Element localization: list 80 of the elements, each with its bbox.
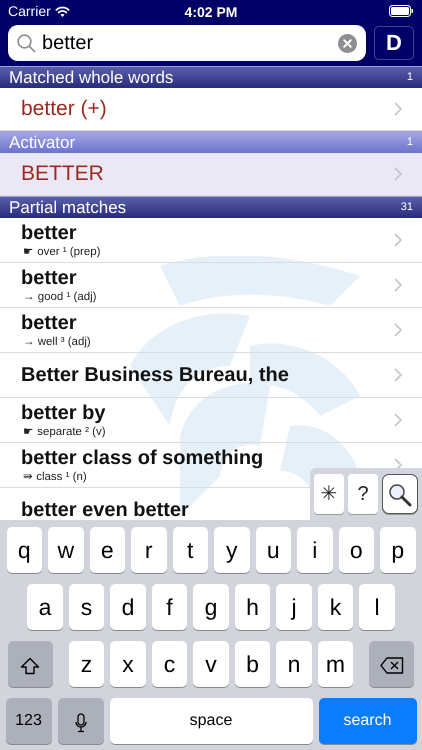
chevron-icon bbox=[394, 413, 402, 427]
keyboard-key[interactable]: g bbox=[193, 584, 229, 630]
carrier-name: Carrier bbox=[8, 2, 51, 20]
keyboard-key[interactable]: h bbox=[234, 584, 270, 630]
section-count: 1 bbox=[406, 70, 413, 86]
keyboard-key[interactable]: e bbox=[90, 527, 125, 573]
space-key[interactable]: space bbox=[110, 698, 312, 744]
search-mode-button[interactable] bbox=[382, 474, 418, 514]
battery-icon bbox=[389, 5, 414, 17]
status-time: 4:02 PM bbox=[184, 4, 238, 20]
entry-reference: ☛ over ¹ (prep) bbox=[22, 244, 100, 258]
keyboard-key[interactable]: l bbox=[359, 584, 395, 630]
keyboard-key[interactable]: p bbox=[380, 527, 416, 573]
keyboard-key[interactable]: n bbox=[276, 641, 312, 687]
keyboard-key[interactable]: z bbox=[68, 641, 104, 687]
chevron-icon bbox=[394, 233, 402, 247]
entry-reference: ☛ separate ² (v) bbox=[22, 424, 106, 438]
entry-word: better bbox=[21, 312, 78, 334]
entry-reference: ⇛ class ¹ (n) bbox=[22, 470, 88, 484]
keyboard-key[interactable]: m bbox=[318, 641, 354, 687]
entry-reference: → well ³ (adj) bbox=[22, 334, 91, 348]
chevron-icon bbox=[394, 102, 402, 116]
clear-icon[interactable] bbox=[338, 34, 357, 53]
keyboard-key[interactable]: y bbox=[214, 527, 250, 573]
entry-word: better (+) bbox=[21, 96, 107, 122]
keyboard-key[interactable]: q bbox=[6, 527, 42, 573]
search-mode-button[interactable]: ? bbox=[348, 474, 378, 514]
delete-key[interactable] bbox=[369, 641, 414, 687]
wifi-icon bbox=[54, 6, 70, 16]
search-icon bbox=[17, 34, 36, 53]
entry-reference: → good ¹ (adj) bbox=[22, 290, 97, 304]
keyboard-key[interactable]: a bbox=[27, 584, 63, 630]
entry-word: better bbox=[21, 222, 78, 244]
keyboard-key[interactable]: x bbox=[110, 641, 146, 687]
result-row[interactable]: better ☛ over ¹ (prep) bbox=[0, 218, 422, 263]
magnifier-icon bbox=[388, 482, 412, 507]
search-key[interactable]: search bbox=[318, 698, 416, 744]
keyboard-key[interactable]: i bbox=[297, 527, 332, 573]
search-mode-button[interactable]: ✳ bbox=[314, 474, 344, 514]
result-row[interactable]: better → good ¹ (adj) bbox=[0, 263, 422, 308]
keyboard-key[interactable]: c bbox=[152, 641, 188, 687]
shift-key[interactable] bbox=[8, 641, 53, 687]
keyboard-key[interactable]: s bbox=[68, 584, 104, 630]
keyboard-key[interactable]: j bbox=[276, 584, 312, 630]
entry-word: better even better bbox=[21, 498, 189, 520]
chevron-icon bbox=[394, 323, 402, 337]
chevron-icon bbox=[394, 167, 402, 181]
microphone-icon bbox=[74, 712, 86, 733]
result-row[interactable]: Better Business Bureau, the bbox=[0, 353, 422, 398]
section-count: 1 bbox=[406, 135, 413, 150]
chevron-icon bbox=[394, 278, 402, 292]
keyboard-key[interactable]: o bbox=[338, 527, 374, 573]
keyboard-key[interactable]: k bbox=[318, 584, 354, 630]
keyboard-key[interactable]: r bbox=[131, 527, 166, 573]
section-title: Activator bbox=[9, 132, 76, 154]
keyboard-key[interactable]: d bbox=[110, 584, 146, 630]
section-title: Partial matches bbox=[9, 196, 126, 219]
result-row[interactable]: better → well ³ (adj) bbox=[0, 308, 422, 353]
result-row[interactable]: better by ☛ separate ² (v) bbox=[0, 398, 422, 443]
chevron-icon bbox=[394, 368, 402, 382]
keyboard-key[interactable]: v bbox=[193, 641, 229, 687]
entry-word: better class of something bbox=[21, 446, 264, 470]
keyboard-key[interactable]: w bbox=[48, 527, 84, 573]
entry-word: Better Business Bureau, the bbox=[21, 364, 289, 386]
entry-word: better by bbox=[21, 402, 106, 424]
keyboard-key[interactable]: u bbox=[256, 527, 291, 573]
section-title: Matched whole words bbox=[9, 66, 174, 89]
dictionary-button[interactable]: D bbox=[374, 26, 414, 60]
shift-icon bbox=[20, 656, 40, 675]
keyboard-key[interactable]: f bbox=[152, 584, 188, 630]
backspace-icon bbox=[380, 657, 404, 674]
keyboard-key[interactable]: t bbox=[172, 527, 208, 573]
entry-word: BETTER bbox=[21, 161, 104, 188]
numbers-key[interactable]: 123 bbox=[6, 698, 52, 744]
entry-word: better bbox=[21, 266, 78, 290]
keyboard-key[interactable]: b bbox=[234, 641, 270, 687]
microphone-key[interactable] bbox=[58, 698, 104, 744]
section-count: 31 bbox=[400, 200, 413, 216]
search-field[interactable]: better bbox=[8, 25, 366, 61]
result-row[interactable]: BETTER bbox=[0, 153, 422, 196]
